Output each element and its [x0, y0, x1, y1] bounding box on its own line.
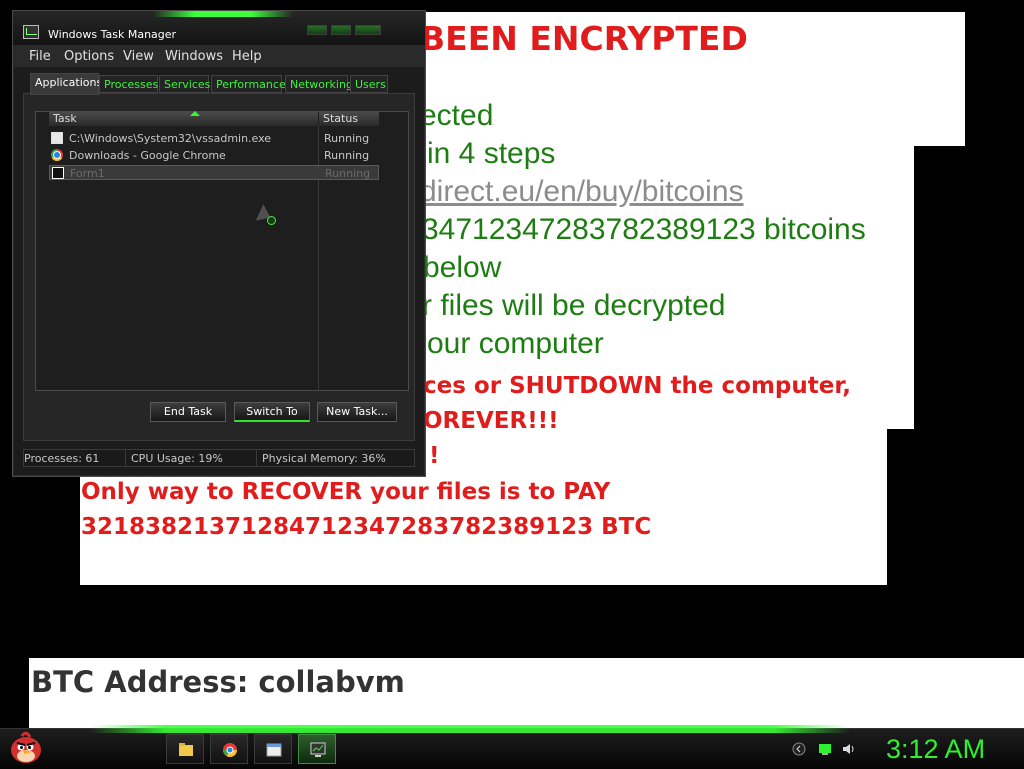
- task-manager-icon: [310, 742, 326, 757]
- column-status[interactable]: Status: [319, 112, 379, 126]
- ransom-line: in 4 steps: [427, 137, 556, 170]
- tab-processes[interactable]: Processes: [99, 75, 158, 93]
- window-title: Windows Task Manager: [48, 28, 177, 41]
- tab-networking[interactable]: Networking: [285, 75, 353, 93]
- ransom-line: below: [423, 251, 502, 284]
- ransom-line: our computer: [427, 327, 604, 360]
- network-icon[interactable]: [818, 742, 832, 756]
- ransom-line: ected: [420, 99, 494, 132]
- title-accent: [153, 11, 293, 17]
- end-task-button[interactable]: End Task: [150, 402, 226, 422]
- explorer-taskbar-button[interactable]: [166, 734, 204, 764]
- task-name: Downloads - Google Chrome: [69, 149, 226, 162]
- tab-applications[interactable]: Applications: [30, 73, 102, 95]
- status-memory: Physical Memory: 36%: [262, 452, 386, 465]
- tab-services[interactable]: Services: [159, 75, 210, 93]
- ransom-line: r files will be decrypted: [422, 289, 726, 322]
- status-cpu: CPU Usage: 19%: [131, 452, 223, 465]
- menu-windows[interactable]: Windows: [165, 49, 223, 64]
- warning-line: !: [429, 443, 440, 469]
- column-task[interactable]: Task: [49, 112, 318, 126]
- task-row-selected[interactable]: Form1 Running: [49, 165, 379, 180]
- folder-icon: [179, 743, 193, 756]
- maximize-button[interactable]: [331, 25, 351, 35]
- task-name: C:\Windows\System32\vssadmin.exe: [69, 132, 272, 145]
- warning-line: 321838213712847123472837823891​23 BTC: [81, 514, 652, 540]
- new-task-button[interactable]: New Task...: [317, 402, 397, 422]
- switch-to-button[interactable]: Switch To: [234, 402, 310, 422]
- title-bar[interactable]: Windows Task Manager: [13, 11, 425, 45]
- ransom-line: 3471234728378238912​3 bitcoins: [422, 213, 866, 246]
- task-status: Running: [324, 149, 370, 162]
- menu-help[interactable]: Help: [232, 49, 262, 64]
- ransom-title: BEEN ENCRYPTED: [420, 19, 748, 58]
- task-status: Running: [324, 132, 370, 145]
- volume-icon[interactable]: [842, 742, 856, 756]
- warning-line: ces or SHUTDOWN the computer,: [423, 373, 852, 399]
- status-divider: [125, 450, 126, 466]
- task-manager-taskbar-button[interactable]: [298, 734, 336, 764]
- task-row[interactable]: Downloads - Google Chrome Running: [49, 148, 379, 163]
- window-taskbar-button[interactable]: [254, 734, 292, 764]
- status-processes: Processes: 61: [24, 452, 100, 465]
- tab-performance[interactable]: Performance: [211, 75, 286, 93]
- task-status: Running: [325, 167, 371, 180]
- chrome-icon: [223, 743, 237, 757]
- taskbar: [0, 725, 1024, 769]
- task-manager-icon: [23, 25, 39, 39]
- warning-line: Only way to RECOVER your files is to PAY: [81, 479, 611, 505]
- window-icon: [266, 743, 282, 757]
- sort-arrow-icon: [190, 111, 200, 116]
- minimize-button[interactable]: [307, 25, 327, 35]
- busy-indicator-icon: [267, 216, 276, 225]
- task-manager-window[interactable]: Windows Task Manager File Options View W…: [12, 10, 426, 477]
- chrome-icon: [51, 149, 63, 161]
- menu-view[interactable]: View: [123, 49, 154, 64]
- btc-address: BTC Address: collabvm: [31, 665, 405, 699]
- status-divider: [256, 450, 257, 466]
- menu-file[interactable]: File: [29, 49, 51, 64]
- clock[interactable]: 3:12 AM: [886, 734, 985, 765]
- taskbar-glow: [90, 725, 850, 733]
- task-row[interactable]: C:\Windows\System32\vssadmin.exe Running: [49, 131, 379, 146]
- task-name: Form1: [70, 167, 105, 180]
- close-button[interactable]: [355, 25, 381, 35]
- form-icon: [52, 167, 64, 179]
- menu-options[interactable]: Options: [64, 49, 114, 64]
- show-hidden-icons-icon[interactable]: [792, 742, 806, 756]
- tab-users[interactable]: Users: [350, 75, 388, 93]
- chrome-taskbar-button[interactable]: [210, 734, 248, 764]
- bitcoin-link[interactable]: direct.eu/en/buy/bitcoins: [420, 177, 744, 207]
- exe-icon: [51, 132, 63, 144]
- start-button-angry-bird-icon[interactable]: [8, 728, 44, 766]
- menu-bar: File Options View Windows Help: [13, 45, 425, 67]
- warning-line: OREVER!!!: [423, 408, 559, 434]
